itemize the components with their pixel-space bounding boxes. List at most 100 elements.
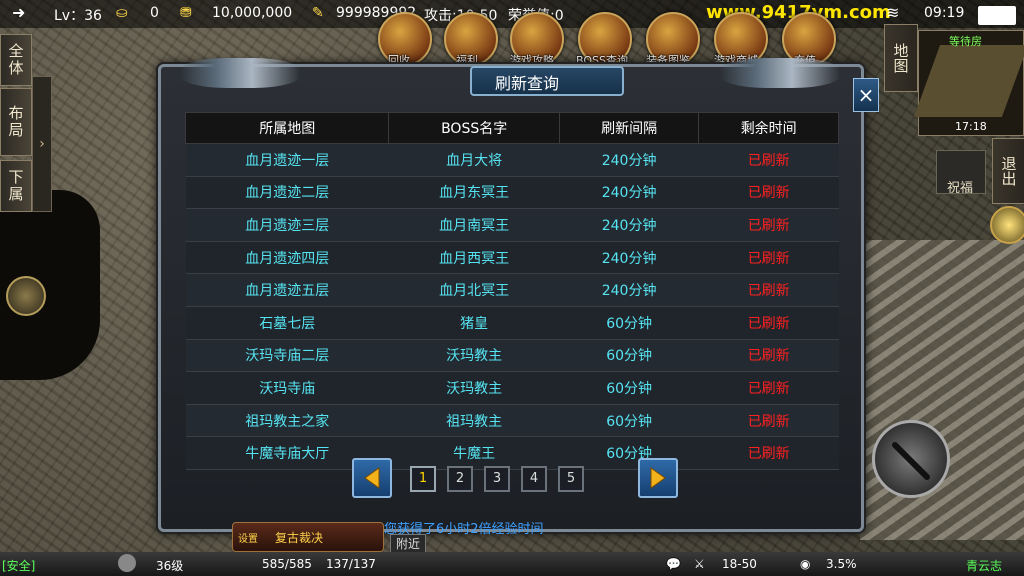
prev-page-button[interactable]: [352, 458, 392, 498]
panel-title: 刷新查询: [494, 74, 559, 93]
interval-cell: 240分钟: [559, 241, 699, 275]
server-name: 青云志: [966, 559, 1003, 573]
yuanbao-icon: ✎: [312, 5, 324, 21]
chat-bubble-icon[interactable]: 💬: [666, 557, 681, 571]
next-page-button[interactable]: [638, 458, 678, 498]
table-header: 所属地图 BOSS名字 刷新间隔 剩余时间: [184, 112, 839, 144]
wifi-icon: ≋: [886, 3, 900, 22]
table-row: 血月遗迹三层 血月南冥王 240分钟 已刷新: [185, 208, 839, 242]
attack-value: 18-50: [722, 557, 757, 571]
weapon-icon: ⚔: [694, 557, 705, 571]
status-cell: 已刷新: [698, 404, 839, 438]
interval-cell: 240分钟: [559, 176, 699, 210]
status-cell: 已刷新: [698, 208, 839, 242]
interval-cell: 60分钟: [559, 306, 699, 340]
attack-button[interactable]: [872, 420, 950, 498]
boss-name-cell: 血月东冥王: [388, 176, 560, 210]
side-tab-layout[interactable]: 布局: [0, 88, 32, 156]
interval-cell: 60分钟: [559, 339, 699, 373]
status-cell: 已刷新: [698, 143, 839, 177]
side-panel-toggle[interactable]: ›: [32, 76, 52, 212]
skill-label: 复古裁决: [275, 531, 324, 545]
chat-tab-nearby[interactable]: 附近: [390, 534, 427, 553]
arrow-right-icon: [650, 467, 666, 489]
ingot-icon: ⛀: [116, 5, 128, 21]
player-level: Lv：36: [54, 8, 102, 24]
minimap[interactable]: 等待房 17:18: [913, 30, 1024, 136]
helmet-icon[interactable]: [6, 276, 46, 316]
hp-value: 585/585: [262, 557, 312, 571]
table-row: 血月遗迹二层 血月东冥王 240分钟 已刷新: [185, 176, 839, 210]
boss-name-cell: 血月西冥王: [388, 241, 560, 275]
minimap-time: 17:18: [955, 120, 987, 133]
bottom-status-bar: [安全] 36级 585/585 137/137 💬 ⚔ 18-50 ◉ 3.5…: [0, 552, 1024, 576]
side-tab-subordinate[interactable]: 下属: [0, 160, 32, 212]
gold-count: 10,000,000: [212, 5, 293, 21]
table-row: 血月遗迹一层 血月大将 240分钟 已刷新: [185, 143, 839, 177]
boss-refresh-table: 所属地图 BOSS名字 刷新间隔 剩余时间 血月遗迹一层 血月大将 240分钟 已刷新…: [184, 112, 839, 470]
status-cell: 已刷新: [698, 176, 839, 210]
map-cell: 沃玛寺庙二层: [185, 339, 389, 373]
page-button-4[interactable]: 4: [521, 466, 547, 492]
status-cell: 已刷新: [698, 339, 839, 373]
level-badge-icon: [118, 554, 136, 572]
page-button-1[interactable]: 1: [410, 466, 436, 492]
blessing-button[interactable]: 祝福: [936, 150, 986, 196]
interval-cell: 240分钟: [559, 208, 699, 242]
safe-zone-indicator: [安全]: [2, 559, 36, 573]
boss-name-cell: 血月北冥王: [388, 273, 560, 307]
boss-name-cell: 沃玛教主: [388, 371, 560, 405]
table-row: 沃玛寺庙二层 沃玛教主 60分钟 已刷新: [185, 339, 839, 373]
table-row: 石墓七层 猪皇 60分钟 已刷新: [185, 306, 839, 340]
arrow-left-icon: [364, 467, 380, 489]
map-cell: 血月遗迹一层: [185, 143, 389, 177]
side-tab-all[interactable]: 全体: [0, 34, 32, 86]
page-button-5[interactable]: 5: [558, 466, 584, 492]
column-header-remaining: 剩余时间: [698, 112, 839, 144]
map-cell: 血月遗迹三层: [185, 208, 389, 242]
table-row: 沃玛寺庙 沃玛教主 60分钟 已刷新: [185, 371, 839, 405]
map-button[interactable]: 地图: [884, 24, 918, 92]
status-cell: 已刷新: [698, 371, 839, 405]
status-cell: 已刷新: [698, 436, 839, 470]
clock: 09:19: [924, 5, 965, 21]
exit-button[interactable]: 退出: [992, 138, 1024, 204]
dragon-ornament-left: [180, 58, 300, 88]
close-button[interactable]: ×: [853, 78, 879, 112]
exp-percent: 3.5%: [826, 557, 857, 571]
column-header-interval: 刷新间隔: [558, 112, 700, 144]
interval-cell: 60分钟: [559, 404, 699, 438]
page-button-2[interactable]: 2: [447, 466, 473, 492]
sword-icon: [892, 442, 930, 480]
boss-name-cell: 牛魔王: [388, 436, 560, 470]
expand-arrow-icon[interactable]: ➜: [12, 3, 25, 22]
boss-name-cell: 血月南冥王: [388, 208, 560, 242]
top-status-bar: ➜ Lv：36 ⛀ 0 ⛃ 10,000,000 ✎ 999989992 攻击:…: [0, 0, 1024, 28]
stone-road: [860, 240, 1024, 540]
blessing-label: 祝福: [947, 181, 974, 196]
minimap-terrain: [913, 45, 1024, 117]
table-row: 牛魔寺庙大厅 牛魔王 60分钟 已刷新: [185, 436, 839, 470]
column-header-boss: BOSS名字: [388, 112, 560, 144]
map-cell: 沃玛寺庙: [185, 371, 389, 405]
boss-name-cell: 祖玛教主: [388, 404, 560, 438]
status-cell: 已刷新: [698, 241, 839, 275]
interval-cell: 60分钟: [559, 371, 699, 405]
exp-globe-icon: ◉: [800, 557, 811, 571]
settings-label[interactable]: 设置: [238, 530, 258, 545]
column-header-map: 所属地图: [184, 112, 390, 144]
map-cell: 祖玛教主之家: [185, 404, 389, 438]
status-cell: 已刷新: [698, 273, 839, 307]
map-cell: 血月遗迹四层: [185, 241, 389, 275]
table-row: 血月遗迹五层 血月北冥王 240分钟 已刷新: [185, 273, 839, 307]
minimap-name: 等待房: [949, 35, 982, 48]
interval-cell: 240分钟: [559, 143, 699, 177]
gold-icon: ⛃: [180, 5, 192, 21]
battery-icon: [978, 6, 1016, 25]
table-row: 血月遗迹四层 血月西冥王 240分钟 已刷新: [185, 241, 839, 275]
boss-name-cell: 沃玛教主: [388, 339, 560, 373]
map-cell: 血月遗迹五层: [185, 273, 389, 307]
star-compass-icon[interactable]: [990, 206, 1024, 244]
page-button-3[interactable]: 3: [484, 466, 510, 492]
status-cell: 已刷新: [698, 306, 839, 340]
